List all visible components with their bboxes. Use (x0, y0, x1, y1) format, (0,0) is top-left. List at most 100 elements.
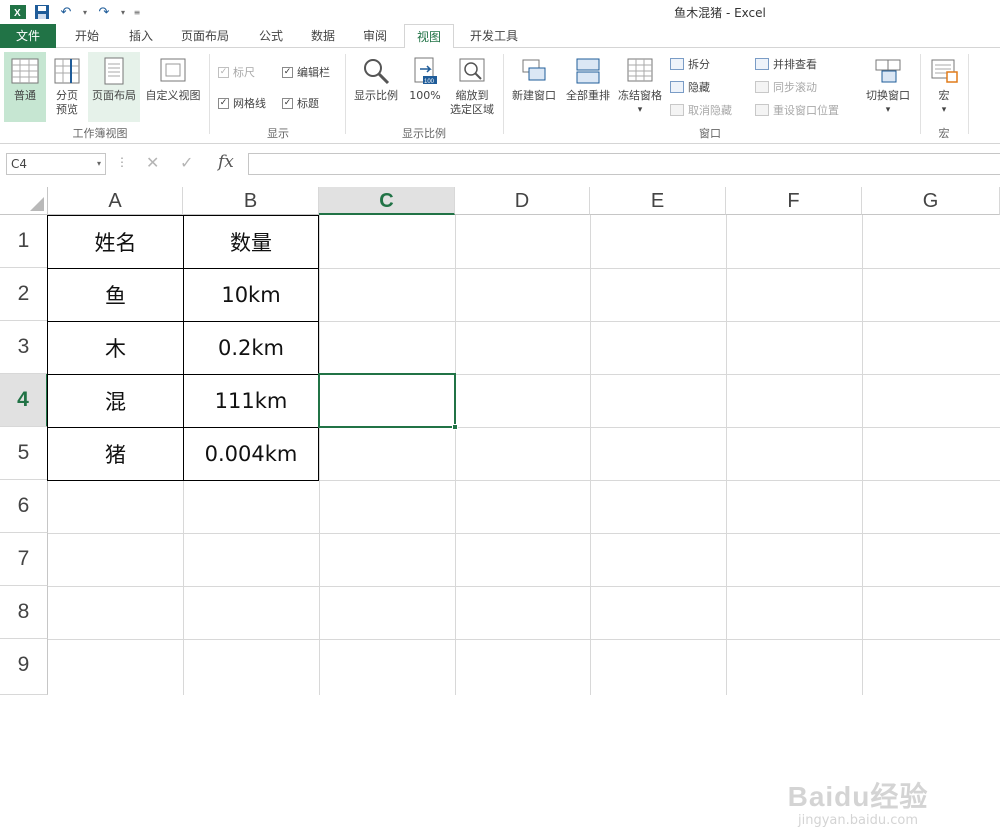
more-icon[interactable]: ⋮ (116, 155, 128, 169)
fill-handle[interactable] (452, 424, 458, 430)
hide-button[interactable]: 隐藏 (670, 79, 710, 95)
zoom-100-icon: 100 (414, 57, 437, 85)
group-label-workbook-views: 工作簿视图 (72, 127, 128, 140)
row-header-2[interactable]: 2 (0, 268, 48, 321)
group-label-zoom: 显示比例 (402, 127, 446, 140)
cell-a2[interactable]: 鱼 (47, 268, 184, 322)
row-header-1[interactable]: 1 (0, 215, 48, 268)
column-header-d[interactable]: D (455, 187, 590, 215)
normal-view-button[interactable]: 普通 (4, 52, 46, 122)
arrange-all-icon (576, 58, 600, 84)
column-header-e[interactable]: E (590, 187, 726, 215)
column-header-f[interactable]: F (726, 187, 862, 215)
custom-views-button[interactable]: 自定义视图 (142, 52, 204, 122)
split-button[interactable]: 拆分 (670, 56, 710, 72)
row-header-4[interactable]: 4 (0, 374, 48, 427)
row-header-9[interactable]: 9 (0, 639, 48, 695)
freeze-panes-icon (627, 58, 653, 82)
cell-b3[interactable]: 0.2km (183, 321, 319, 375)
tab-review[interactable]: 审阅 (352, 24, 398, 48)
tab-data[interactable]: 数据 (300, 24, 346, 48)
tab-insert[interactable]: 插入 (118, 24, 164, 48)
tab-home[interactable]: 开始 (64, 24, 110, 48)
active-cell-c4[interactable] (318, 373, 458, 430)
column-header-g[interactable]: G (862, 187, 1000, 215)
row-header-3[interactable]: 3 (0, 321, 48, 374)
unhide-button[interactable]: 取消隐藏 (670, 102, 732, 118)
cancel-icon[interactable]: ✕ (146, 153, 159, 172)
enter-icon[interactable]: ✓ (180, 153, 193, 172)
column-header-a[interactable]: A (48, 187, 183, 215)
ribbon-separator (920, 54, 921, 134)
checkmark-icon: ✓ (282, 97, 293, 109)
reset-window-position-button[interactable]: 重设窗口位置 (755, 102, 839, 118)
title-bar: X ↶ ▾ ↷ ▾ ≡ 鱼木混猪 - Excel (0, 0, 1000, 24)
custom-views-icon (160, 58, 186, 82)
zoom-button[interactable]: 显示比例 (350, 52, 402, 122)
tab-page-layout[interactable]: 页面布局 (172, 24, 238, 48)
gridlines-checkbox[interactable]: ✓ 网格线 (218, 95, 266, 111)
name-box[interactable]: C4 ▾ (6, 153, 106, 175)
unhide-icon (670, 104, 684, 116)
checkmark-icon: ✓ (218, 97, 229, 109)
cell-a1[interactable]: 姓名 (47, 215, 184, 269)
tab-developer[interactable]: 开发工具 (462, 24, 526, 48)
ribbon-separator (345, 54, 346, 134)
row-header-5[interactable]: 5 (0, 427, 48, 480)
group-label-macros: 宏 (938, 127, 950, 140)
new-window-button[interactable]: 新建窗口 (508, 52, 560, 122)
row-header-7[interactable]: 7 (0, 533, 48, 586)
column-header-c[interactable]: C (319, 187, 455, 215)
arrange-all-button[interactable]: 全部重排 (562, 52, 614, 122)
worksheet-grid: A B C D E F G 1 2 3 4 5 6 7 8 9 姓名 数量 鱼 … (0, 187, 1000, 828)
row-header-8[interactable]: 8 (0, 586, 48, 639)
select-all-button[interactable] (0, 187, 48, 215)
hide-icon (670, 81, 684, 93)
zoom-100-button[interactable]: 100 100% (404, 52, 446, 122)
view-side-by-side-button[interactable]: 并排查看 (755, 56, 817, 72)
ruler-checkbox[interactable]: ✓ 标尺 (218, 64, 255, 80)
side-by-side-icon (755, 58, 769, 70)
headings-checkbox[interactable]: ✓ 标题 (282, 95, 319, 111)
normal-view-icon (11, 58, 39, 84)
cell-b5[interactable]: 0.004km (183, 427, 319, 481)
chevron-down-icon: ▾ (885, 105, 891, 115)
formula-input[interactable] (248, 153, 1000, 175)
ribbon-separator (209, 54, 210, 134)
cell-a4[interactable]: 混 (47, 374, 184, 428)
insert-function-icon[interactable]: fx (218, 152, 234, 172)
sync-scroll-icon (755, 81, 769, 93)
zoom-to-selection-button[interactable]: 缩放到 选定区域 (446, 52, 498, 122)
group-label-show: 显示 (267, 127, 289, 140)
switch-windows-button[interactable]: 切换窗口 ▾ (860, 52, 916, 122)
page-break-preview-button[interactable]: 分页 预览 (48, 52, 86, 122)
page-layout-view-button[interactable]: 页面布局 (88, 52, 140, 122)
magnifier-icon (364, 59, 390, 85)
page-layout-icon (104, 57, 124, 85)
chevron-down-icon[interactable]: ▾ (97, 154, 101, 174)
sync-scroll-button[interactable]: 同步滚动 (755, 79, 817, 95)
ribbon-separator (968, 54, 969, 134)
checkmark-icon: ✓ (218, 66, 229, 78)
group-label-window: 窗口 (699, 127, 721, 140)
row-header-6[interactable]: 6 (0, 480, 48, 533)
zoom-selection-icon (459, 58, 485, 82)
macros-button[interactable]: 宏 ▾ (924, 52, 964, 122)
tab-file[interactable]: 文件 (0, 24, 56, 48)
svg-text:100: 100 (424, 79, 435, 85)
watermark-logo: Baidu经验 (787, 781, 929, 812)
cell-b1[interactable]: 数量 (183, 215, 319, 269)
cell-b2[interactable]: 10km (183, 268, 319, 322)
chevron-down-icon: ▾ (637, 105, 643, 115)
cell-b4[interactable]: 111km (183, 374, 319, 428)
column-header-b[interactable]: B (183, 187, 319, 215)
tab-view[interactable]: 视图 (404, 24, 454, 49)
reset-position-icon (755, 104, 769, 116)
page-break-icon (54, 58, 80, 84)
cell-a5[interactable]: 猪 (47, 427, 184, 481)
cell-a3[interactable]: 木 (47, 321, 184, 375)
ribbon-tabs: 文件 开始 插入 页面布局 公式 数据 审阅 视图 开发工具 (0, 24, 1000, 49)
tab-formulas[interactable]: 公式 (248, 24, 294, 48)
freeze-panes-button[interactable]: 冻结窗格 ▾ (614, 52, 666, 122)
formula-bar-checkbox[interactable]: ✓ 编辑栏 (282, 64, 330, 80)
